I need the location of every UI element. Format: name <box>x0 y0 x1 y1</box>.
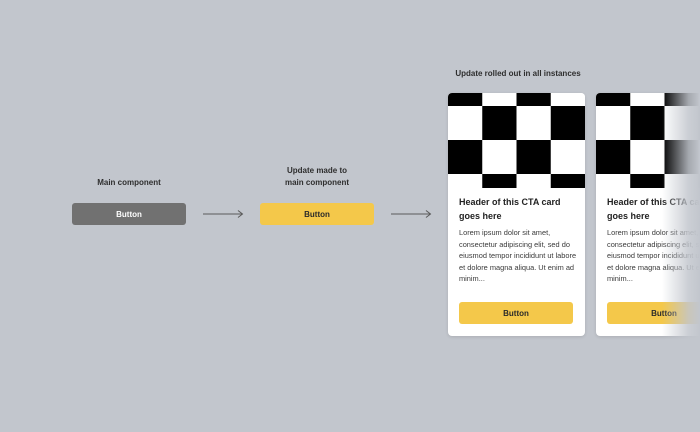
cta-card: Header of this CTA card goes here Lorem … <box>448 93 585 336</box>
update-made-label-line-2: main component <box>284 178 349 187</box>
card-title: Header of this CTA card goes here <box>459 197 561 221</box>
arrow-right-icon <box>203 210 244 218</box>
main-component-button[interactable]: Button <box>72 203 186 225</box>
card-title: Header of this CTA card goes here <box>607 197 700 221</box>
checkerboard-image <box>448 93 585 188</box>
updated-component-button[interactable]: Button <box>260 203 374 225</box>
card-body: Lorem ipsum dolor sit amet, consectetur … <box>607 228 700 284</box>
main-component-label: Main component <box>97 178 161 187</box>
update-made-label-line-1: Update made to <box>286 166 347 175</box>
card-body: Lorem ipsum dolor sit amet, consectetur … <box>459 228 577 284</box>
card-cta-button[interactable]: Button <box>607 302 700 324</box>
cta-card: Header of this CTA card goes here Lorem … <box>596 93 700 336</box>
card-cta-button[interactable]: Button <box>459 302 573 324</box>
update-made-label: Update made to main component <box>250 165 384 189</box>
arrow-right-icon <box>391 210 432 218</box>
rolled-out-label: Update rolled out in all instances <box>455 69 581 78</box>
checkerboard-image <box>596 93 700 188</box>
